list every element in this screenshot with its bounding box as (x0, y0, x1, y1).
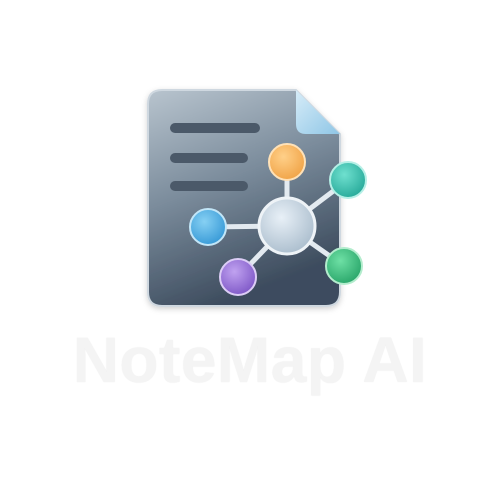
mind-map-hub (257, 196, 317, 256)
node-teal (329, 161, 367, 199)
document-line-3 (170, 181, 248, 191)
node-orange (268, 143, 306, 181)
app-name-title: NoteMap AI (72, 324, 428, 396)
node-green (325, 247, 363, 285)
document-line-2 (170, 153, 248, 163)
node-purple (219, 258, 257, 296)
document-line-1 (170, 123, 260, 133)
node-blue (189, 208, 227, 246)
app-logo-canvas: NoteMap AI (0, 0, 500, 500)
document-mind-map-icon (147, 89, 367, 307)
